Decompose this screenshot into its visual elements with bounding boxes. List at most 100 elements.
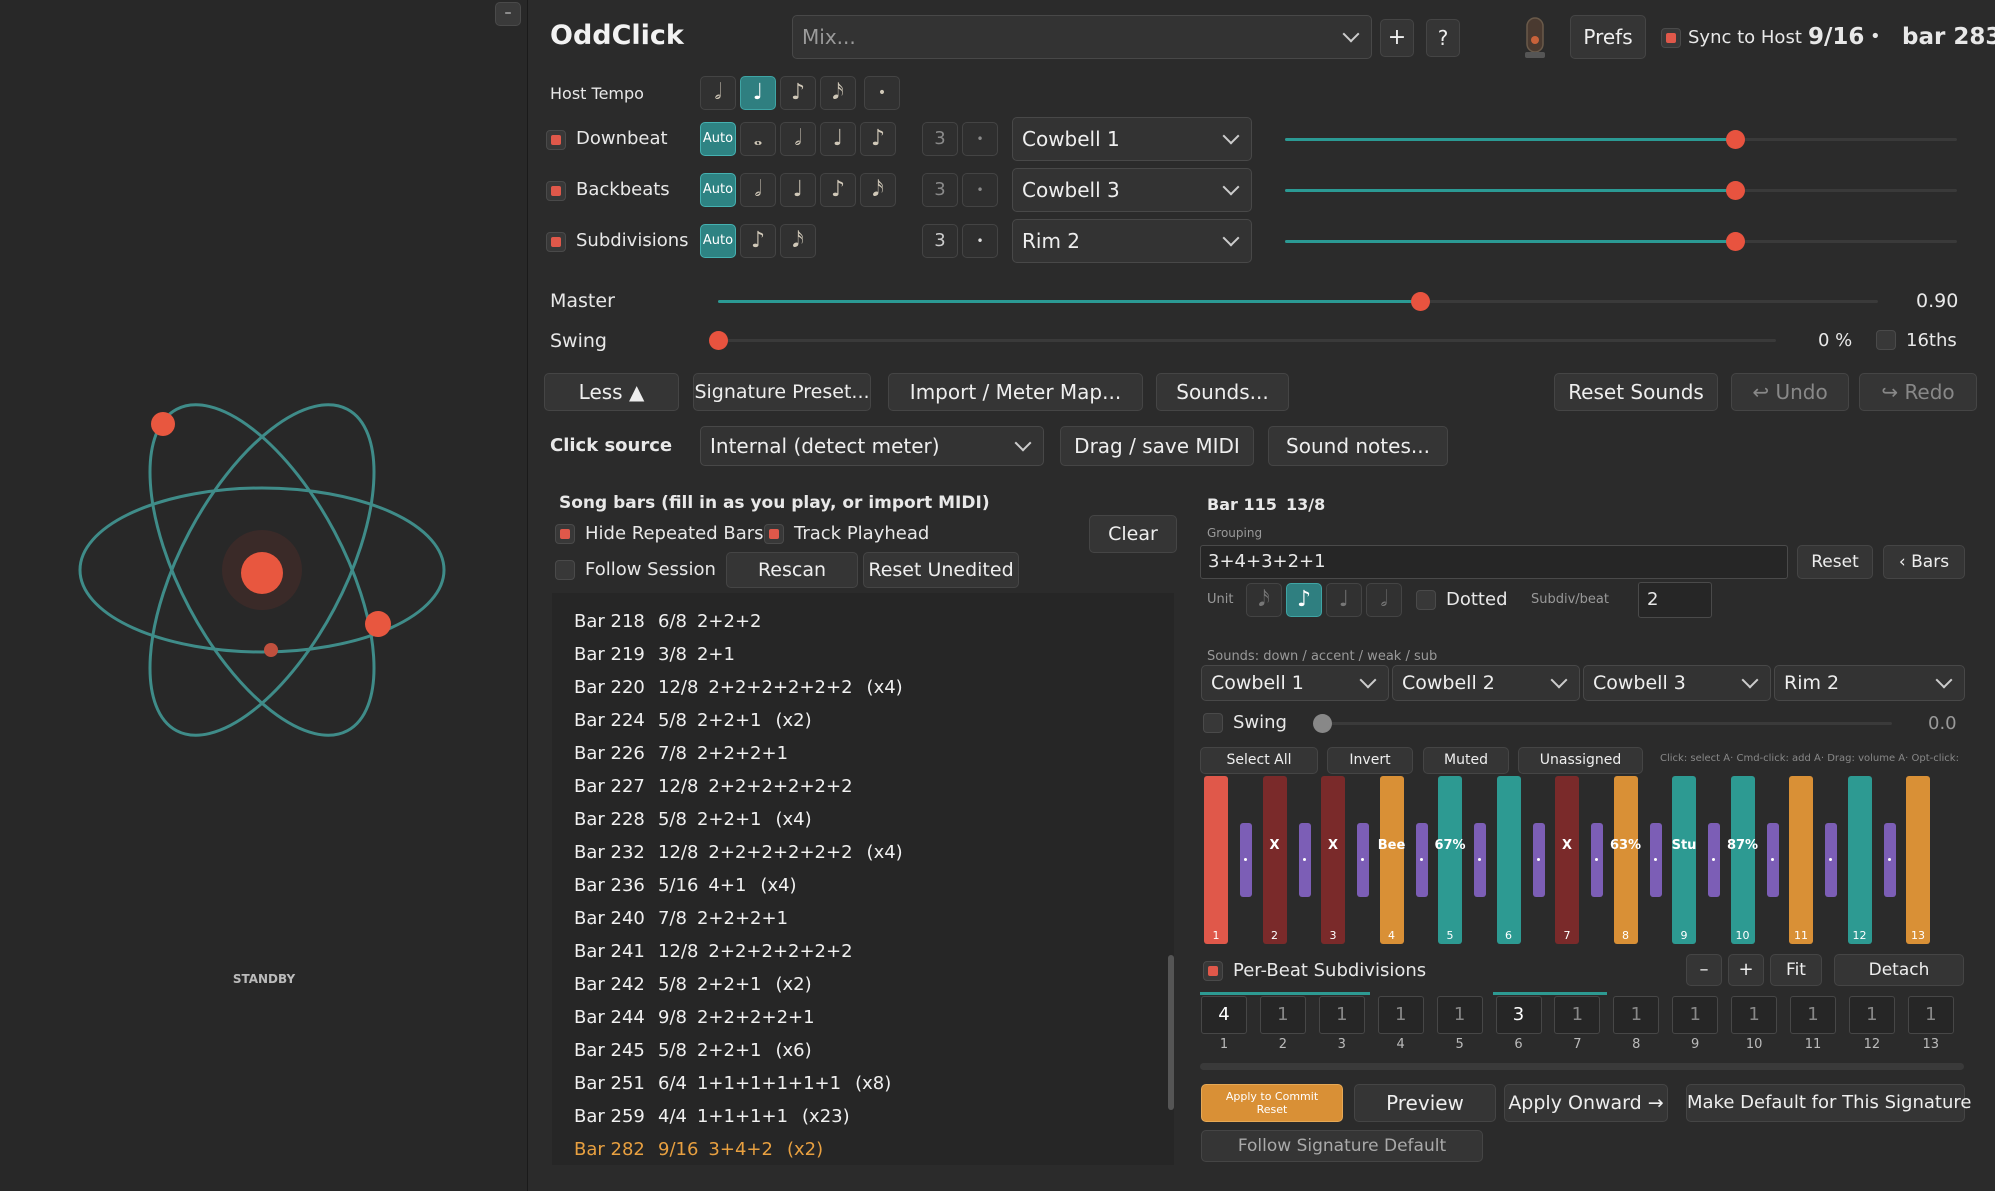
undo-button[interactable]: ↩ Undo xyxy=(1731,373,1849,411)
subdiv-input[interactable]: 2 xyxy=(1638,582,1712,618)
quarter-note-icon[interactable]: ♩ xyxy=(820,122,856,156)
unassigned-button[interactable]: Unassigned xyxy=(1518,747,1643,774)
reset-unedited-button[interactable]: Reset Unedited xyxy=(863,552,1019,588)
beat-cell[interactable]: 67% 5 xyxy=(1434,776,1466,944)
follow-signature-default-button[interactable]: Follow Signature Default xyxy=(1201,1130,1483,1162)
bar-swing-checkbox[interactable] xyxy=(1203,713,1223,733)
sixteenths-checkbox[interactable] xyxy=(1876,330,1896,350)
list-item[interactable]: Bar 242 5/8 2+2+1 (x2) xyxy=(574,974,812,995)
subdivisions-volume-slider[interactable] xyxy=(1285,232,1957,251)
prefs-button[interactable]: Prefs xyxy=(1570,15,1646,59)
beat-volume-handle[interactable] xyxy=(1532,823,1545,897)
beat-volume-handle[interactable] xyxy=(1825,823,1837,897)
down-sound-select[interactable]: Cowbell 1 xyxy=(1201,665,1389,701)
backbeats-sound-select[interactable]: Cowbell 3 xyxy=(1012,168,1252,212)
apply-to-commit-button[interactable]: Apply to Commit Reset xyxy=(1201,1084,1343,1122)
decrement-button[interactable]: – xyxy=(1686,954,1722,986)
whole-note-icon[interactable]: 𝅝 xyxy=(740,122,776,156)
eighth-note-icon[interactable]: ♪ xyxy=(1286,583,1322,617)
beat-cell[interactable]: X2 xyxy=(1262,776,1287,944)
beat-volume-handle[interactable] xyxy=(1766,823,1779,897)
per-beat-subdivisions-checkbox[interactable] xyxy=(1203,961,1223,981)
beat-cell[interactable]: 6 xyxy=(1496,776,1521,944)
eighth-note-icon[interactable]: ♪ xyxy=(780,76,816,110)
beat-cell[interactable]: 1 xyxy=(1204,776,1228,944)
half-note-icon[interactable]: 𝅗𝅥 xyxy=(780,122,816,156)
drag-save-midi-button[interactable]: Drag / save MIDI xyxy=(1060,426,1254,466)
quarter-note-icon[interactable]: ♩ xyxy=(1326,583,1362,617)
auto-button[interactable]: Auto xyxy=(700,122,736,156)
tuplet-count-button[interactable]: 3 xyxy=(922,173,958,207)
beat-volume-handle[interactable] xyxy=(1708,823,1720,897)
beat-volume-handle[interactable] xyxy=(1591,823,1603,897)
increment-button[interactable]: + xyxy=(1728,954,1764,986)
beat-volume-handle[interactable] xyxy=(1298,823,1311,897)
downbeat-sound-select[interactable]: Cowbell 1 xyxy=(1012,117,1252,161)
preview-button[interactable]: Preview xyxy=(1354,1084,1496,1122)
tuplet-count-button[interactable]: 3 xyxy=(922,224,958,258)
subdivision-field[interactable]: 1 xyxy=(1848,996,1895,1034)
list-item[interactable]: Bar 228 5/8 2+2+1 (x4) xyxy=(574,809,812,830)
half-note-icon[interactable]: 𝅗𝅥 xyxy=(740,173,776,207)
subdivision-field[interactable]: 3 xyxy=(1495,996,1542,1034)
make-default-button[interactable]: Make Default for This Signature xyxy=(1686,1084,1971,1122)
subdivision-field[interactable]: 1 xyxy=(1554,996,1601,1034)
list-item[interactable]: Bar 224 5/8 2+2+1 (x2) xyxy=(574,710,812,731)
list-item[interactable]: Bar 282 9/16 3+4+2 (x2) xyxy=(574,1139,823,1160)
import-meter-map-button[interactable]: Import / Meter Map... xyxy=(888,373,1143,411)
subdivision-field[interactable]: 1 xyxy=(1613,996,1660,1034)
list-item[interactable]: Bar 232 12/8 2+2+2+2+2+2 (x4) xyxy=(574,842,903,863)
list-item[interactable]: Bar 219 3/8 2+1 xyxy=(574,644,749,665)
beat-cell[interactable]: 63% 8 xyxy=(1610,776,1641,944)
quarter-note-icon[interactable]: ♩ xyxy=(740,76,776,110)
subdiv-scrollbar[interactable] xyxy=(1200,1063,1964,1070)
subdivisions-enable-checkbox[interactable] xyxy=(546,232,566,252)
mix-select[interactable]: Mix... xyxy=(792,15,1372,59)
beat-cell[interactable]: 12 xyxy=(1847,776,1872,944)
apply-onward-button[interactable]: Apply Onward → xyxy=(1504,1084,1668,1122)
invert-button[interactable]: Invert xyxy=(1327,747,1413,774)
half-note-icon[interactable]: 𝅗𝅥 xyxy=(1366,583,1402,617)
beat-volume-handle[interactable] xyxy=(1357,823,1369,897)
list-item[interactable]: Bar 259 4/4 1+1+1+1 (x23) xyxy=(574,1106,850,1127)
downbeat-enable-checkbox[interactable] xyxy=(546,130,566,150)
sounds-button[interactable]: Sounds... xyxy=(1156,373,1289,411)
less-button[interactable]: Less ▲ xyxy=(544,373,679,411)
beat-cell[interactable]: Bee 4 xyxy=(1378,776,1405,944)
beat-volume-handle[interactable] xyxy=(1883,823,1896,897)
subdivision-field[interactable]: 1 xyxy=(1790,996,1836,1034)
click-source-select[interactable]: Internal (detect meter) xyxy=(700,426,1044,466)
beat-volume-handle[interactable] xyxy=(1474,823,1486,897)
bar-swing-slider[interactable] xyxy=(1313,714,1892,733)
clear-button[interactable]: Clear xyxy=(1089,515,1177,553)
tuplet-count-button[interactable]: 3 xyxy=(922,122,958,156)
subdivision-field[interactable]: 1 xyxy=(1907,996,1954,1034)
backbeats-volume-slider[interactable] xyxy=(1285,181,1957,200)
accent-sound-select[interactable]: Cowbell 2 xyxy=(1392,665,1580,701)
subdivisions-sound-select[interactable]: Rim 2 xyxy=(1012,219,1252,263)
beat-volume-handle[interactable] xyxy=(1649,823,1662,897)
list-item[interactable]: Bar 245 5/8 2+2+1 (x6) xyxy=(574,1040,812,1061)
grouping-reset-button[interactable]: Reset xyxy=(1797,545,1873,579)
list-item[interactable]: Bar 240 7/8 2+2+2+1 xyxy=(574,908,802,929)
downbeat-volume-slider[interactable] xyxy=(1285,130,1957,149)
sound-notes-button[interactable]: Sound notes... xyxy=(1268,426,1448,466)
subdivision-field[interactable]: 1 xyxy=(1318,996,1365,1034)
list-item[interactable]: Bar 241 12/8 2+2+2+2+2+2 xyxy=(574,941,867,962)
auto-button[interactable]: Auto xyxy=(700,173,736,207)
back-to-bars-button[interactable]: ‹ Bars xyxy=(1883,545,1965,579)
list-item[interactable]: Bar 226 7/8 2+2+2+1 xyxy=(574,743,802,764)
half-note-icon[interactable]: 𝅗𝅥 xyxy=(700,76,736,110)
track-playhead-checkbox[interactable] xyxy=(764,524,784,544)
sixteenth-note-icon[interactable]: 𝅘𝅥𝅯 xyxy=(860,173,896,207)
weak-sound-select[interactable]: Cowbell 3 xyxy=(1583,665,1771,701)
redo-button[interactable]: ↪ Redo xyxy=(1859,373,1977,411)
subdivision-field[interactable]: 4 xyxy=(1201,996,1247,1034)
list-item[interactable]: Bar 227 12/8 2+2+2+2+2+2 xyxy=(574,776,867,797)
song-list-scrollbar[interactable] xyxy=(1168,955,1174,1110)
hide-repeated-checkbox[interactable] xyxy=(555,524,575,544)
sixteenth-note-icon[interactable]: 𝅘𝅥𝅯 xyxy=(1246,583,1282,617)
tempo-dotted-button[interactable]: • xyxy=(864,76,900,110)
tube-lamp-icon[interactable] xyxy=(1522,16,1548,60)
list-item[interactable]: Bar 244 9/8 2+2+2+2+1 xyxy=(574,1007,829,1028)
